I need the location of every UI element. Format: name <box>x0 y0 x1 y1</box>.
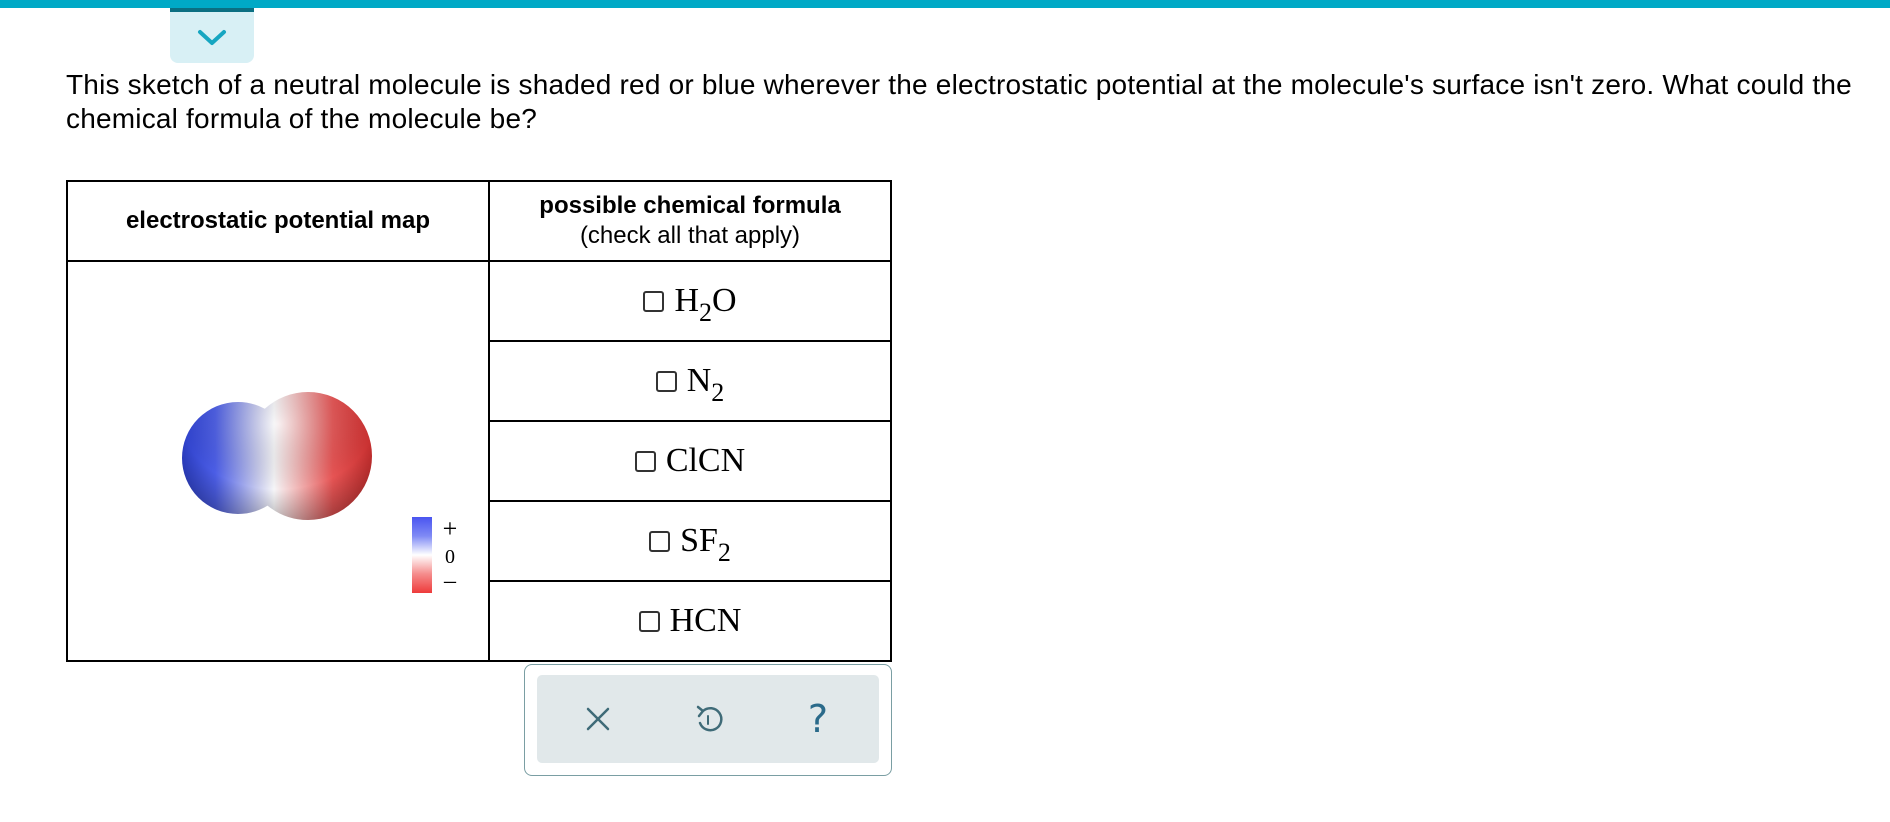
formula-cell: SF2 <box>488 500 892 582</box>
formula-label: SF2 <box>680 522 731 567</box>
close-icon <box>586 707 610 731</box>
question-text: This sketch of a neutral molecule is sha… <box>66 69 1852 134</box>
formula-cell: H2O <box>488 260 892 342</box>
electrostatic-map-cell: + 0 – <box>66 260 490 662</box>
answer-tools-bar: ? <box>537 675 879 763</box>
collapse-tab[interactable] <box>170 8 254 63</box>
scale-label-zero: 0 <box>445 546 455 568</box>
formula-cell: HCN <box>488 580 892 662</box>
chevron-down-icon <box>198 29 226 45</box>
formula-header-title: possible chemical formula <box>539 192 841 219</box>
checkbox[interactable] <box>634 450 656 472</box>
formula-label: H2O <box>674 282 737 327</box>
column-header-map: electrostatic potential map <box>66 180 490 262</box>
formula-label: N2 <box>686 362 725 407</box>
answer-tools-panel: ? <box>524 664 892 776</box>
answer-table: electrostatic potential map possible che… <box>66 180 892 662</box>
formula-label: ClCN <box>665 442 746 479</box>
formula-cell: N2 <box>488 340 892 422</box>
clear-button[interactable] <box>572 693 624 745</box>
formula-label: HCN <box>669 602 742 639</box>
column-header-formula: possible chemical formula (check all tha… <box>488 180 892 262</box>
option-n2[interactable]: N2 <box>655 362 725 407</box>
option-h2o[interactable]: H2O <box>643 282 737 327</box>
formula-cell: ClCN <box>488 420 892 502</box>
checkbox[interactable] <box>655 370 677 392</box>
molecule-potential-map <box>182 392 372 520</box>
formula-header-instruction: (check all that apply) <box>579 222 801 249</box>
help-button[interactable]: ? <box>792 693 844 745</box>
undo-icon <box>696 705 723 732</box>
scale-label-negative: – <box>444 568 456 594</box>
option-clcn[interactable]: ClCN <box>634 442 746 480</box>
checkbox[interactable] <box>649 530 671 552</box>
option-sf2[interactable]: SF2 <box>649 522 731 567</box>
potential-scale-bar <box>412 517 432 593</box>
option-hcn[interactable]: HCN <box>638 602 742 640</box>
top-accent-bar <box>0 0 1890 8</box>
scale-label-positive: + <box>442 514 458 543</box>
help-icon: ? <box>807 697 829 741</box>
undo-button[interactable] <box>682 693 734 745</box>
checkbox[interactable] <box>638 610 660 632</box>
checkbox[interactable] <box>643 290 665 312</box>
